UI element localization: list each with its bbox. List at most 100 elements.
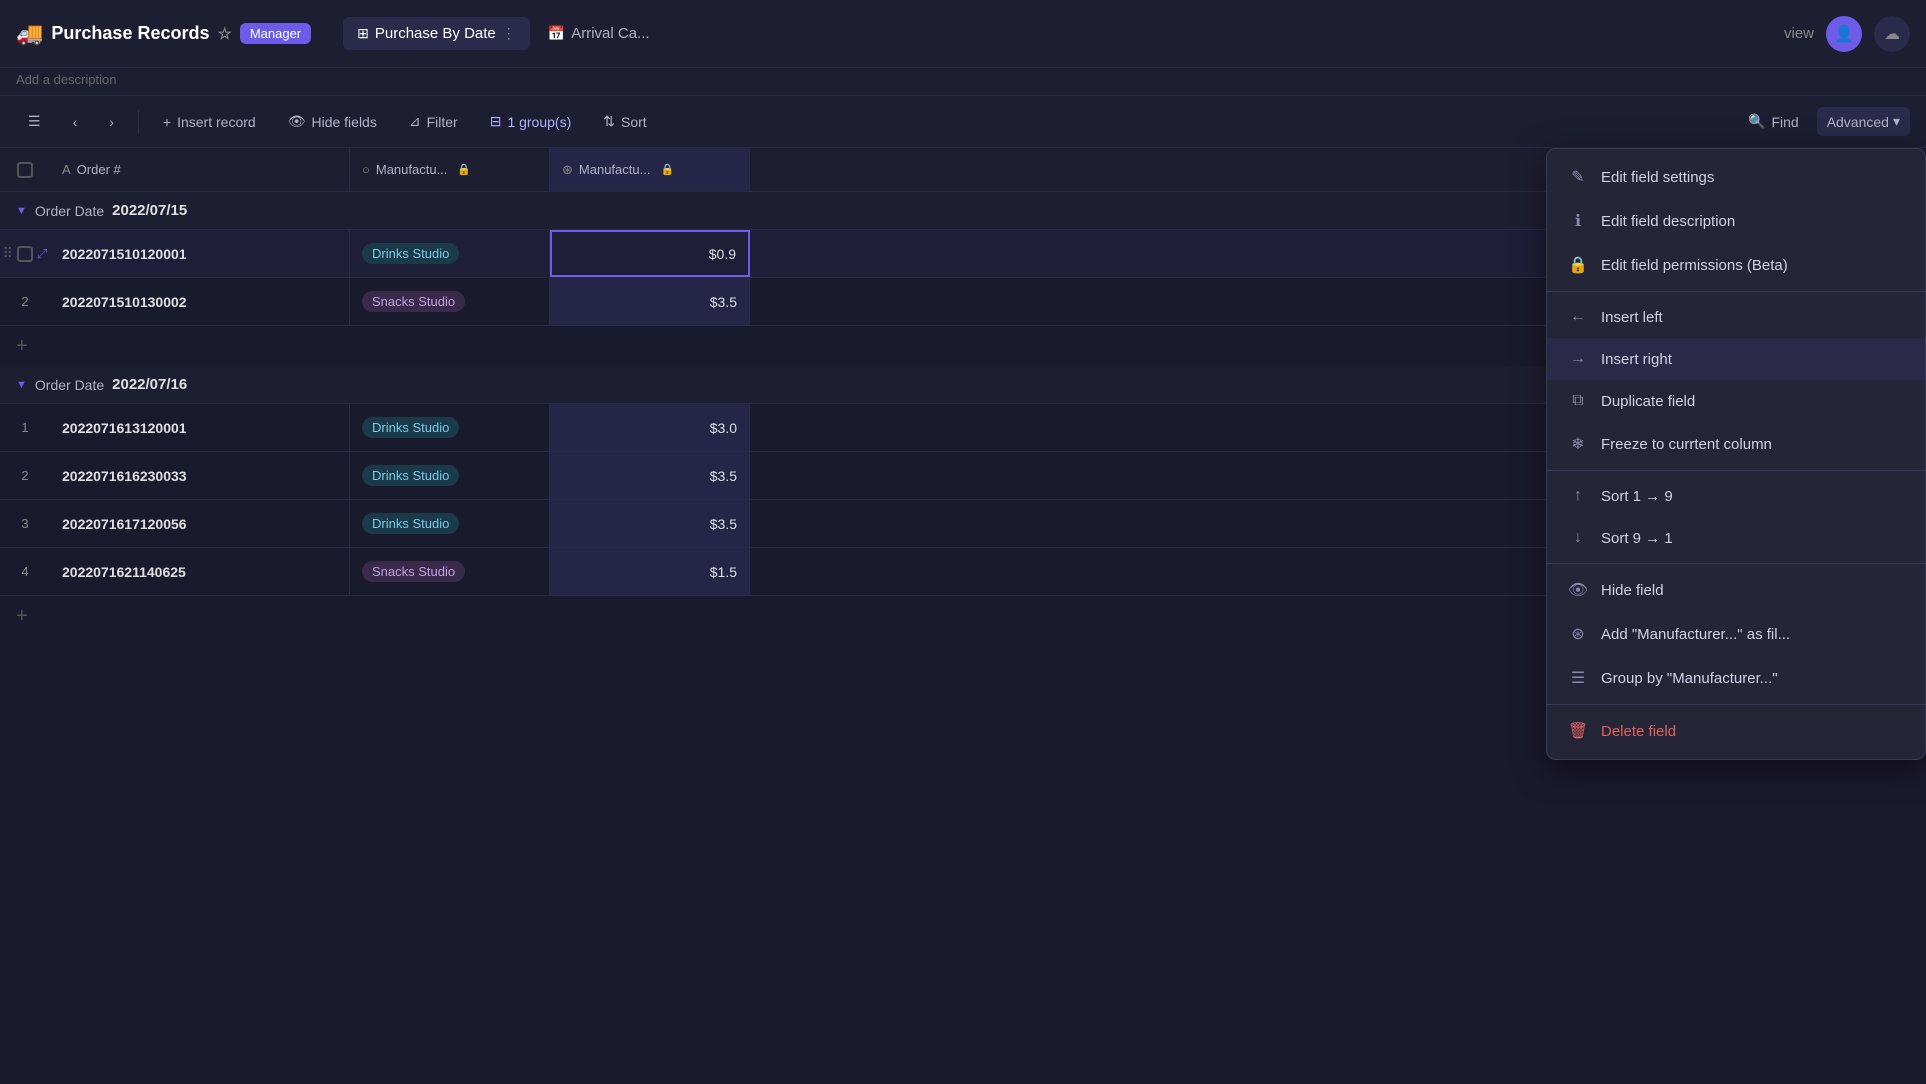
drag-handle-icon[interactable]: ⠿ [3,245,13,262]
sort-icon: ⇅ [603,113,615,130]
mfg-tag-g2-1: Drinks Studio [362,417,459,438]
group-icon: ⊟ [490,113,502,130]
sort-button[interactable]: ⇅ Sort [591,107,658,136]
order-value-g2-4: 2022071621140625 [62,564,186,580]
menu-label-sort-desc: Sort 9 → 1 [1601,530,1673,547]
tab-purchase-by-date[interactable]: ⊞ Purchase By Date ⋮ [343,17,530,50]
row-number-g2-4: 4 [7,564,43,579]
advanced-button[interactable]: Advanced ▾ [1817,107,1910,136]
menu-label-delete: Delete field [1601,723,1676,740]
sort-label: Sort [621,114,647,130]
menu-divider-2 [1547,470,1925,471]
sort-asc-icon: ↑ [1567,487,1589,505]
menu-item-edit-field-settings[interactable]: ✎ Edit field settings [1547,155,1925,199]
cell-order-g2-2: 2022071616230033 [50,452,350,499]
nav-menu-button[interactable]: ☰ [16,107,53,136]
freeze-icon: ❄ [1567,434,1589,454]
column-header-mfg2[interactable]: ⊛ Manufactu... 🔒 [550,148,750,191]
add-row-icon-2: + [16,605,28,628]
tab-arrival-label: Arrival Ca... [571,25,649,42]
toolbar: ☰ ‹ › + Insert record 👁 Hide fields ⊿ Fi… [0,96,1926,148]
row-number-2: 2 [7,294,43,309]
row-expand-icon-1[interactable]: ⤢ [37,246,47,262]
menu-item-delete-field[interactable]: 🗑 Delete field [1547,709,1925,753]
sort-desc-icon: ↓ [1567,529,1589,547]
back-icon: ‹ [73,114,78,130]
row-number-g2-3: 3 [7,516,43,531]
plus-icon: + [163,114,171,130]
row-number-g2-1: 1 [7,420,43,435]
menu-item-hide-field[interactable]: 👁 Hide field [1547,568,1925,612]
cloud-icon[interactable]: ☁ [1874,16,1910,52]
nav-forward-button[interactable]: › [97,108,126,136]
tab-calendar-icon: 📅 [548,25,565,42]
menu-item-sort-desc[interactable]: ↓ Sort 9 → 1 [1547,517,1925,559]
row-controls-g2-3: 3 [0,516,50,531]
tab-menu-icon[interactable]: ⋮ [502,25,516,42]
hide-fields-label: Hide fields [311,114,376,130]
tab-arrival-ca[interactable]: 📅 Arrival Ca... [534,17,664,50]
menu-label-hide: Hide field [1601,582,1664,599]
eye-icon: 👁 [288,113,306,130]
row-controls-g2-1: 1 [0,420,50,435]
subtitle[interactable]: Add a description [0,68,1926,96]
cell-mfg1-g2-4: Snacks Studio [350,548,550,595]
column-header-order[interactable]: A Order # [50,148,350,191]
group-by-icon: ☰ [1567,668,1589,688]
permissions-icon: 🔒 [1567,255,1589,275]
nav-back-button[interactable]: ‹ [61,108,90,136]
menu-item-insert-left[interactable]: ← Insert left [1547,296,1925,338]
filter-button[interactable]: ⊿ Filter [397,107,470,136]
mfg2-value-g2-4: $1.5 [710,564,737,580]
menu-item-duplicate-field[interactable]: ⧉ Duplicate field [1547,380,1925,422]
mfg2-col-icon: ⊛ [562,162,573,178]
cell-order-g2-4: 2022071621140625 [50,548,350,595]
group-label-2: Order Date [35,377,104,393]
menu-label-edit-description: Edit field description [1601,213,1735,230]
cell-mfg2-g2-2: $3.5 [550,452,750,499]
cell-mfg1-g2-2: Drinks Studio [350,452,550,499]
mfg2-value-g2-2: $3.5 [710,468,737,484]
menu-item-edit-permissions[interactable]: 🔒 Edit field permissions (Beta) [1547,243,1925,287]
menu-item-sort-asc[interactable]: ↑ Sort 1 → 9 [1547,475,1925,517]
hide-fields-button[interactable]: 👁 Hide fields [276,107,389,136]
cell-mfg1-g2-3: Drinks Studio [350,500,550,547]
menu-item-add-filter[interactable]: ⊛ Add "Manufacturer..." as fil... [1547,612,1925,656]
menu-item-group-by[interactable]: ☰ Group by "Manufacturer..." [1547,656,1925,700]
tab-bar: ⊞ Purchase By Date ⋮ 📅 Arrival Ca... [343,17,1772,50]
toolbar-sep-1 [138,110,139,134]
add-filter-icon: ⊛ [1567,624,1589,644]
cell-order-g2-1: 2022071613120001 [50,404,350,451]
avatar[interactable]: 👤 [1826,16,1862,52]
menu-item-edit-field-description[interactable]: ℹ Edit field description [1547,199,1925,243]
header-checkbox[interactable] [0,162,50,178]
mfg-tag-g2-3: Drinks Studio [362,513,459,534]
menu-label-insert-right: Insert right [1601,351,1672,368]
menu-label-group-by: Group by "Manufacturer..." [1601,670,1778,687]
cell-mfg2-g2-4: $1.5 [550,548,750,595]
menu-divider-1 [1547,291,1925,292]
duplicate-icon: ⧉ [1567,392,1589,410]
select-all-checkbox[interactable] [17,162,33,178]
row-controls-g2-4: 4 [0,564,50,579]
find-button[interactable]: 🔍 Find [1738,107,1809,136]
order-col-icon: A [62,162,71,177]
cell-order-1: 2022071510120001 [50,230,350,277]
insert-right-icon: → [1567,350,1589,368]
group-collapse-icon-2[interactable]: ▼ [16,379,27,391]
menu-item-insert-right[interactable]: → Insert right [1547,338,1925,380]
group-button[interactable]: ⊟ 1 group(s) [478,107,584,136]
column-header-mfg1[interactable]: ○ Manufactu... 🔒 [350,148,550,191]
mfg-tag-g2-4: Snacks Studio [362,561,465,582]
group-collapse-icon-1[interactable]: ▼ [16,205,27,217]
insert-record-button[interactable]: + Insert record [151,108,268,136]
delete-icon: 🗑 [1567,721,1589,741]
cell-mfg2-1[interactable]: $0.9 [550,230,750,277]
row-checkbox-1[interactable] [17,246,33,262]
app-emoji: 🚚 [16,21,43,47]
star-icon[interactable]: ☆ [217,24,231,44]
tab-grid-icon: ⊞ [357,25,369,42]
menu-item-freeze-column[interactable]: ❄ Freeze to currtent column [1547,422,1925,466]
row-number-g2-2: 2 [7,468,43,483]
search-icon: 🔍 [1748,113,1765,130]
